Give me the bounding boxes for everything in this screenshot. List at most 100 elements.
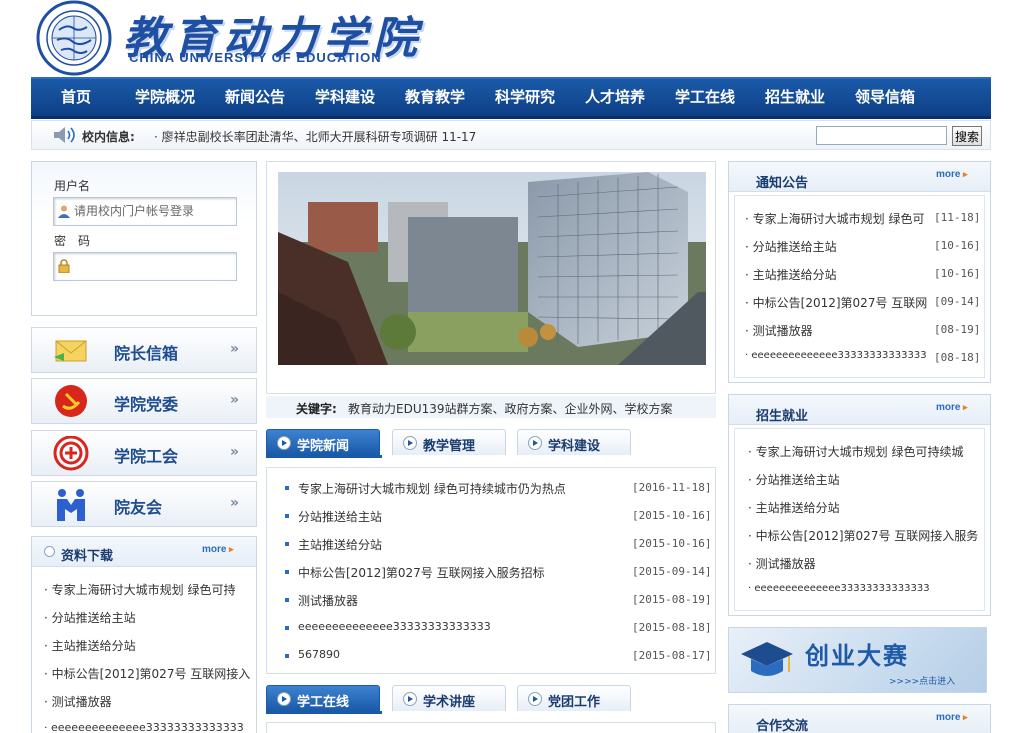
list-item[interactable]: · 中标公告[2012]第027号 互联网接入: [44, 665, 250, 682]
panel-header: 招生就业 more: [729, 395, 990, 425]
password-label: 密 码: [54, 234, 91, 248]
notices-panel: 通知公告 more · 专家上海研讨大城市规划 绿色可 [11-18] · 分站…: [728, 161, 991, 383]
side-button-party-committee[interactable]: 学院党委 »: [31, 378, 257, 424]
nav-item-research[interactable]: 科学研究: [495, 79, 555, 116]
list-item[interactable]: · eeeeeeeeeeeeee33333333333333: [745, 350, 927, 361]
student-affairs-list: [266, 722, 716, 733]
list-item[interactable]: · 专家上海研讨大城市规划 绿色可持: [44, 581, 235, 598]
list-item[interactable]: · 中标公告[2012]第027号 互联网接入服务: [748, 527, 978, 544]
news-item-title[interactable]: 中标公告[2012]第027号 互联网接入服务招标: [298, 564, 545, 581]
promo-title: 创业大赛: [805, 642, 909, 670]
main-nav: 首页 学院概况 新闻公告 学科建设 教育教学 科学研究 人才培养 学工在线 招生…: [31, 77, 991, 119]
panel-title: 资料下载: [61, 549, 114, 564]
username-label: 用户名: [54, 179, 91, 193]
panel-bullet-icon: [44, 546, 55, 557]
more-link[interactable]: more: [202, 544, 233, 555]
list-item[interactable]: · 主站推送给分站: [745, 266, 837, 283]
panel-title: 合作交流: [756, 719, 809, 733]
more-link[interactable]: more: [936, 169, 967, 180]
list-item[interactable]: · 测试播放器: [44, 693, 112, 710]
nav-item-teaching[interactable]: 教育教学: [405, 79, 465, 116]
nav-item-admissions[interactable]: 招生就业: [765, 79, 825, 116]
double-arrow-icon: »: [230, 392, 240, 408]
password-field[interactable]: [53, 252, 237, 281]
tab-label: 学院新闻: [297, 439, 350, 454]
list-item-date: [08-19]: [934, 323, 981, 336]
list-item[interactable]: · eeeeeeeeeeeeee33333333333333: [44, 721, 244, 733]
news-item-title[interactable]: 测试播放器: [298, 592, 358, 609]
list-item[interactable]: · eeeeeeeeeeeeee33333333333333: [748, 583, 930, 594]
list-item-date: [09-14]: [934, 295, 981, 308]
list-item-date: [10-16]: [934, 239, 981, 252]
more-link[interactable]: more: [936, 712, 967, 723]
news-item-date: [2015-08-18]: [632, 621, 712, 634]
panel-title: 招生就业: [756, 409, 809, 424]
list-item[interactable]: · 中标公告[2012]第027号 互联网: [745, 294, 927, 311]
graduation-cap-icon: [741, 642, 793, 676]
keywords-bar: 关键字: 教育动力EDU139站群方案、政府方案、企业外网、学校方案: [266, 396, 716, 418]
side-button-label: 学院工会: [114, 447, 179, 466]
search-input[interactable]: [816, 126, 947, 145]
side-button-trade-union[interactable]: 学院工会 »: [31, 430, 257, 476]
panel-title: 通知公告: [756, 176, 809, 191]
list-item[interactable]: · 主站推送给分站: [748, 499, 840, 516]
promo-subtitle: >>>>点击进入: [889, 677, 956, 687]
tab-party-league-work[interactable]: 党团工作: [517, 685, 631, 711]
list-item-date: [11-18]: [934, 211, 981, 224]
list-item[interactable]: · 分站推送给主站: [748, 471, 840, 488]
news-item-date: [2015-10-16]: [632, 509, 712, 522]
news-item-title[interactable]: 分站推送给主站: [298, 508, 382, 525]
list-item[interactable]: · 主站推送给分站: [44, 637, 136, 654]
news-item-title[interactable]: 主站推送给分站: [298, 536, 382, 553]
bullet-icon: [285, 598, 289, 602]
list-item[interactable]: · 测试播放器: [748, 555, 816, 572]
tab-college-news[interactable]: 学院新闻: [266, 429, 380, 455]
tab-arrow-icon: [277, 692, 291, 706]
nav-item-talent[interactable]: 人才培养: [585, 79, 645, 116]
entrepreneurship-contest-banner[interactable]: 创业大赛 >>>>点击进入: [728, 627, 987, 693]
tab-discipline-building[interactable]: 学科建设: [517, 429, 631, 455]
login-box: 用户名 请用校内门户帐号登录 密 码: [31, 161, 257, 316]
list-item[interactable]: · 专家上海研讨大城市规划 绿色可: [745, 210, 924, 227]
username-field[interactable]: 请用校内门户帐号登录: [53, 197, 237, 226]
list-item[interactable]: · 专家上海研讨大城市规划 绿色可持续城: [748, 443, 963, 460]
tab-label: 学术讲座: [423, 695, 476, 710]
nav-item-disciplines[interactable]: 学科建设: [315, 79, 375, 116]
double-arrow-icon: »: [230, 495, 240, 511]
list-item[interactable]: · 分站推送给主站: [745, 238, 837, 255]
more-link[interactable]: more: [936, 402, 967, 413]
nav-item-home[interactable]: 首页: [61, 79, 91, 116]
bullet-icon: [285, 542, 289, 546]
nav-item-student-affairs[interactable]: 学工在线: [675, 79, 735, 116]
lock-icon: [58, 259, 70, 273]
nav-item-overview[interactable]: 学院概况: [135, 79, 195, 116]
side-button-president-mailbox[interactable]: 院长信箱 »: [31, 327, 257, 373]
nav-item-leader-mailbox[interactable]: 领导信箱: [855, 79, 915, 116]
site-header: 教育动力学院 CHINA UNIVERSITY OF EDUCATION: [31, 0, 991, 77]
search-button[interactable]: 搜索: [952, 126, 982, 146]
news-item-title[interactable]: 专家上海研讨大城市规划 绿色可持续城市仍为热点: [298, 480, 566, 497]
tab-teaching-management[interactable]: 教学管理: [392, 429, 506, 455]
bullet-icon: [285, 514, 289, 518]
info-label: 校内信息:: [82, 130, 135, 144]
mail-icon: [54, 340, 87, 362]
tab-label: 党团工作: [548, 695, 601, 710]
info-bar: 校内信息: · 廖祥忠副校长率团赴清华、北师大开展科研专项调研 11-17 搜索: [31, 120, 991, 150]
site-logo-subtitle: CHINA UNIVERSITY OF EDUCATION: [129, 50, 382, 65]
campus-photo[interactable]: [278, 172, 706, 365]
info-ticker-link[interactable]: · 廖祥忠副校长率团赴清华、北师大开展科研专项调研 11-17: [154, 128, 476, 145]
side-button-label: 学院党委: [114, 395, 179, 414]
side-button-alumni[interactable]: 院友会 »: [31, 481, 257, 527]
panel-header: 通知公告 more: [729, 162, 990, 192]
news-item-title[interactable]: eeeeeeeeeeeeee33333333333333: [298, 620, 491, 633]
nav-item-news[interactable]: 新闻公告: [225, 79, 285, 116]
tab-academic-lectures[interactable]: 学术讲座: [392, 685, 506, 711]
list-item[interactable]: · 测试播放器: [745, 322, 813, 339]
union-emblem-icon: [53, 436, 89, 471]
news-item-title[interactable]: 567890: [298, 648, 340, 661]
banner-box: [266, 161, 716, 394]
list-item[interactable]: · 分站推送给主站: [44, 609, 136, 626]
tab-student-affairs[interactable]: 学工在线: [266, 685, 380, 711]
handshake-icon: [57, 489, 85, 521]
tab-label: 学科建设: [548, 439, 601, 454]
